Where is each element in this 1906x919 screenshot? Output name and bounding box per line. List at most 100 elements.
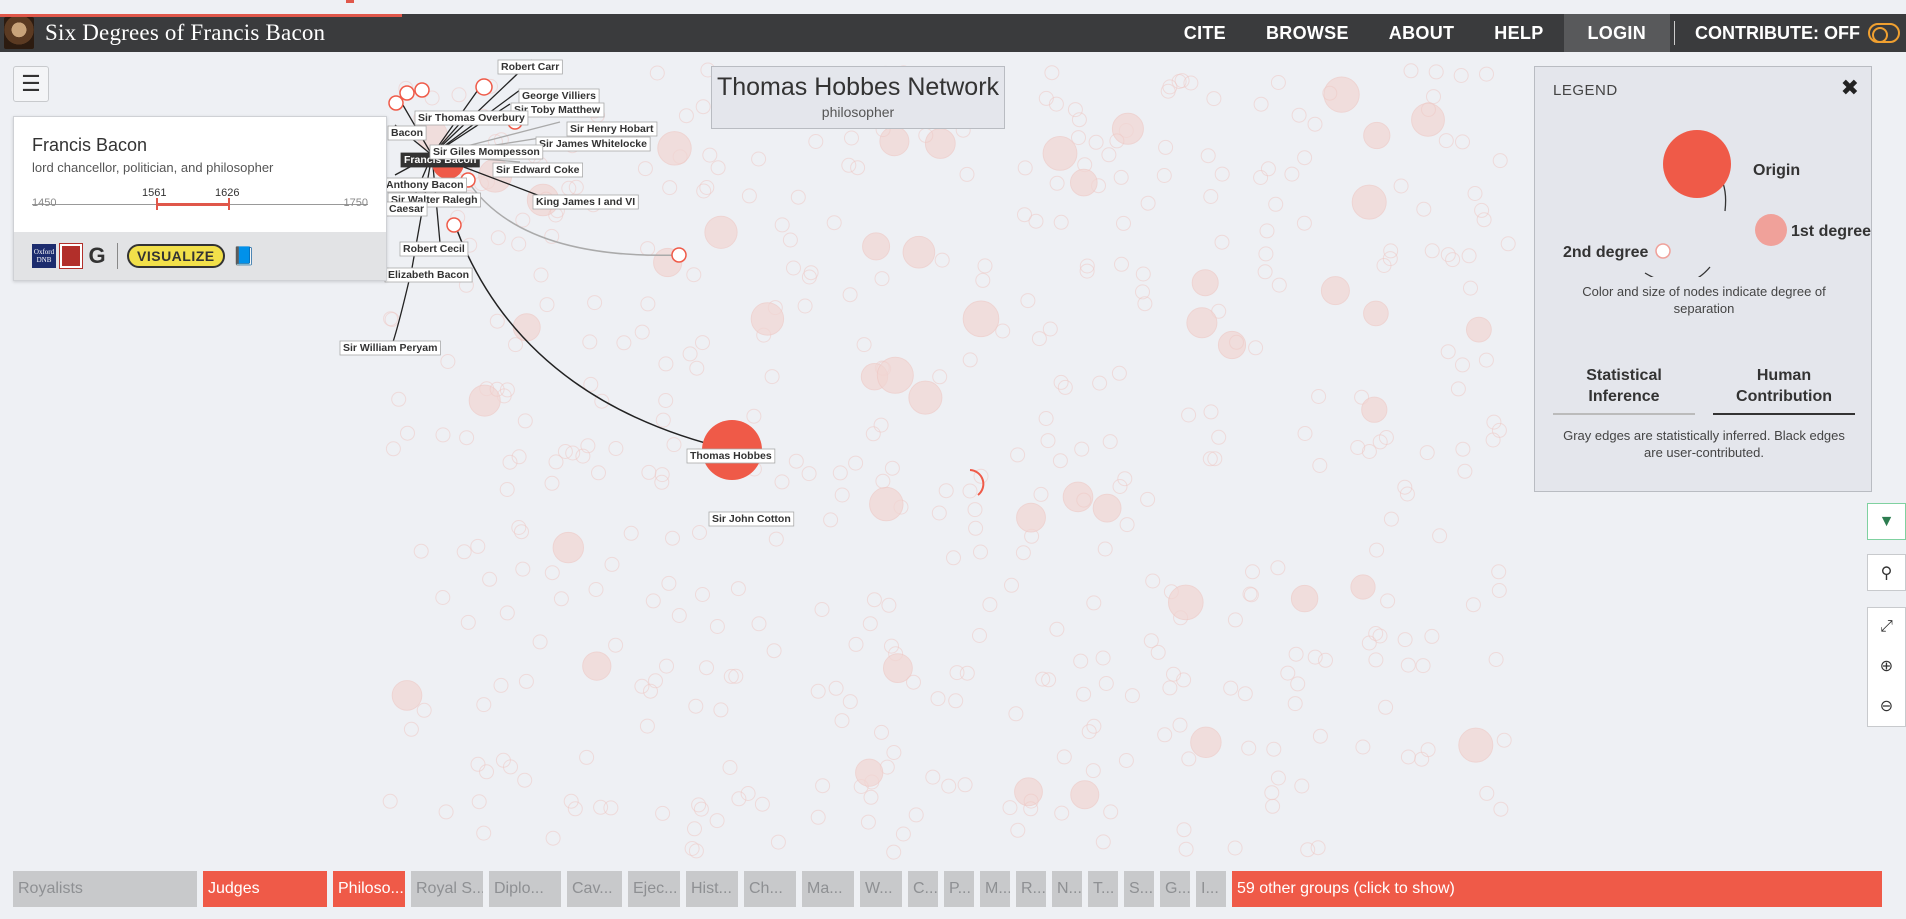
contribute-toggle[interactable]: CONTRIBUTE: OFF (1679, 23, 1906, 44)
group-chip[interactable]: S... (1124, 871, 1154, 907)
faint-node (623, 525, 639, 541)
faint-node (693, 801, 709, 817)
faint-node (567, 801, 583, 817)
faint-node (1288, 646, 1304, 662)
legend-tabs: Statistical Inference Human Contribution (1553, 365, 1855, 415)
tab-human-contribution[interactable]: Human Contribution (1713, 365, 1855, 415)
group-chip[interactable]: R... (1016, 871, 1046, 907)
group-chip[interactable]: C... (908, 871, 938, 907)
toggle-switch-icon[interactable] (1868, 23, 1900, 43)
legend-header: LEGEND (1553, 82, 1618, 99)
faint-node (1162, 680, 1178, 696)
jstor-icon[interactable] (59, 243, 83, 269)
faint-node (1103, 804, 1119, 820)
legend-diagram: Origin 1st degree 2nd degree (1563, 130, 1871, 277)
faint-node (1010, 822, 1026, 838)
faint-node (1116, 215, 1131, 231)
group-chip[interactable]: Ma... (802, 871, 854, 907)
faint-node (686, 267, 702, 283)
search-icon[interactable]: ⚲ (1867, 554, 1906, 591)
network-title: Thomas Hobbes Network (716, 73, 1000, 101)
bacon-portrait-icon[interactable] (4, 17, 34, 49)
app-title[interactable]: Six Degrees of Francis Bacon (45, 20, 325, 46)
group-chip[interactable]: Hist... (686, 871, 738, 907)
group-chip[interactable]: G... (1160, 871, 1190, 907)
faint-node (1049, 621, 1065, 637)
collapse-icon[interactable]: ⤢ (1880, 618, 1893, 636)
faint-node (1463, 280, 1478, 296)
faint-node (1044, 65, 1060, 81)
faint-node (479, 764, 494, 780)
group-chip[interactable]: Judges (203, 871, 327, 907)
visualize-button[interactable]: VISUALIZE (127, 244, 225, 268)
faint-node (874, 271, 890, 287)
faint-node (941, 778, 957, 794)
svg-text:Sir Henry Hobart: Sir Henry Hobart (570, 123, 654, 135)
nav-browse[interactable]: BROWSE (1246, 14, 1369, 52)
faint-node (1479, 785, 1495, 801)
nav-help[interactable]: HELP (1474, 14, 1563, 52)
faint-node (1176, 822, 1192, 838)
faint-node (1363, 300, 1389, 327)
faint-node (1085, 763, 1101, 779)
nav-login[interactable]: LOGIN (1563, 14, 1671, 52)
person-name[interactable]: Francis Bacon (32, 135, 386, 156)
faint-node (514, 524, 529, 540)
faint-node (1243, 587, 1259, 603)
faint-node (471, 794, 487, 810)
faint-node (1318, 652, 1333, 668)
filter-icon[interactable]: ▼ (1867, 503, 1906, 540)
faint-node (1270, 770, 1286, 786)
faint-node (385, 441, 401, 457)
svg-text:Sir John Cotton: Sir John Cotton (712, 513, 791, 525)
nav-divider (1674, 21, 1676, 45)
faint-node (1241, 740, 1257, 756)
group-chip[interactable]: T... (1088, 871, 1118, 907)
close-icon[interactable]: ✖ (1841, 75, 1859, 101)
faint-node (511, 236, 527, 252)
more-groups-button[interactable]: 59 other groups (click to show) (1232, 871, 1882, 907)
faint-node (1031, 331, 1047, 347)
tab-statistical-inference[interactable]: Statistical Inference (1553, 365, 1695, 415)
group-chip[interactable]: P... (944, 871, 974, 907)
group-chip[interactable]: Ch... (744, 871, 796, 907)
faint-node (1323, 76, 1360, 113)
odnb-icon[interactable]: Oxford DNB (32, 244, 56, 268)
node-label: King James I and VI (532, 194, 639, 210)
group-chip[interactable]: Diplo... (489, 871, 561, 907)
faint-node (544, 565, 560, 581)
zoom-in-icon[interactable]: ⊕ (1880, 656, 1893, 676)
group-chip[interactable]: Cav... (567, 871, 622, 907)
zoom-out-icon[interactable]: ⊖ (1880, 696, 1893, 716)
faint-node (658, 356, 674, 372)
group-chip[interactable]: Philoso... (333, 871, 405, 907)
group-chip[interactable]: Royalists (13, 871, 197, 907)
book-icon[interactable]: 📘 (233, 246, 255, 267)
faint-node (435, 590, 451, 605)
group-chip[interactable]: Ejec... (628, 871, 680, 907)
faint-node (932, 369, 948, 385)
faint-node (1178, 841, 1194, 857)
faint-node (1307, 649, 1323, 665)
faint-node (438, 804, 454, 820)
faint-node (1076, 686, 1092, 702)
group-chip[interactable]: Royal S... (411, 871, 483, 907)
faint-node (391, 680, 423, 711)
group-chip[interactable]: N... (1052, 871, 1082, 907)
group-chip[interactable]: I... (1196, 871, 1226, 907)
faint-node (539, 297, 555, 313)
hamburger-menu-icon[interactable]: ☰ (13, 66, 49, 102)
group-chip[interactable]: M... (980, 871, 1010, 907)
faint-node (790, 189, 806, 205)
google-icon[interactable]: G (86, 243, 108, 269)
faint-node (949, 665, 965, 681)
faint-node (884, 460, 900, 476)
svg-text:Sir James Whitelocke: Sir James Whitelocke (539, 138, 647, 150)
nav-about[interactable]: ABOUT (1369, 14, 1475, 52)
nav-cite[interactable]: CITE (1164, 14, 1246, 52)
legend-origin-node (1663, 130, 1731, 198)
faint-node (515, 212, 531, 228)
group-chip[interactable]: W... (860, 871, 902, 907)
faint-node (383, 311, 399, 327)
faint-node (1411, 102, 1445, 137)
